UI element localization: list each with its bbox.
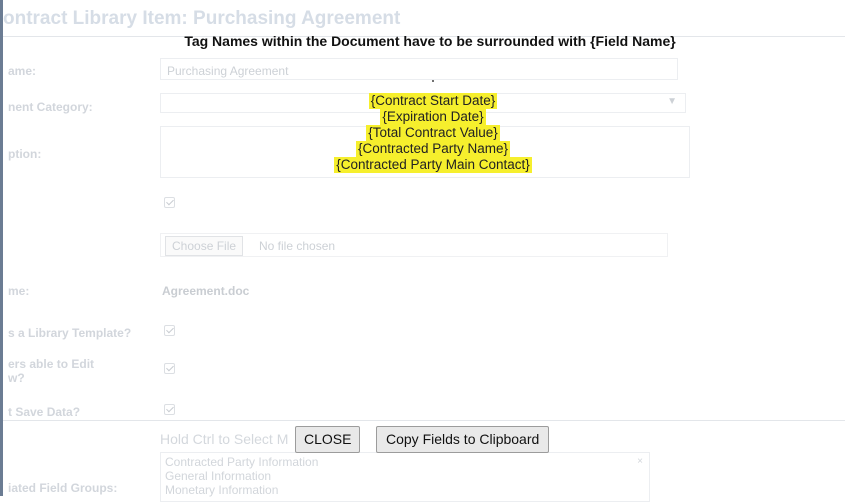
divider <box>3 420 845 421</box>
page-title: ontract Library Item: Purchasing Agreeme… <box>3 8 401 29</box>
tag-item: {Expiration Date} <box>380 109 486 125</box>
filename-label: me: <box>8 284 30 298</box>
users-edit-checkbox[interactable] <box>164 363 175 374</box>
dialog-header: Tag Names within the Document have to be… <box>184 33 676 49</box>
tag-item: {Total Contract Value} <box>366 125 500 141</box>
tag-item: {Contracted Party Main Contact} <box>334 157 532 173</box>
library-template-checkbox[interactable] <box>164 325 175 336</box>
field-groups-listbox[interactable]: Contracted Party Information General Inf… <box>160 452 650 502</box>
checkbox[interactable] <box>164 197 175 208</box>
library-template-label: s a Library Template? <box>8 326 132 340</box>
name-label: ame: <box>8 64 37 78</box>
field-groups-label: iated Field Groups: <box>8 481 118 495</box>
dot <box>432 80 434 82</box>
close-button[interactable]: CLOSE <box>295 426 361 453</box>
list-item[interactable]: Contracted Party Information <box>165 455 645 469</box>
close-icon: × <box>637 456 643 467</box>
list-item[interactable]: Monetary Information <box>165 483 645 497</box>
file-input[interactable]: Choose File No file chosen <box>160 233 668 257</box>
no-file-text: No file chosen <box>259 239 336 253</box>
name-input[interactable]: Purchasing Agreement <box>160 58 678 80</box>
list-item[interactable]: General Information <box>165 469 645 483</box>
chevron-down-icon: ▼ <box>667 96 677 107</box>
save-data-label: t Save Data? <box>8 405 81 419</box>
save-data-checkbox[interactable] <box>164 404 175 415</box>
hold-ctrl-hint: Hold Ctrl to Select M <box>160 431 288 447</box>
filename-value: Agreement.doc <box>162 284 250 298</box>
users-edit-label-line1: ers able to Edit <box>8 357 95 371</box>
hold-ctrl-text: Hold Ctrl to Select M <box>160 431 289 447</box>
users-edit-label-line2: w? <box>8 371 25 385</box>
tag-item: {Contracted Party Name} <box>355 141 511 157</box>
description-label: ption: <box>8 147 42 161</box>
name-input-value: Purchasing Agreement <box>167 64 289 78</box>
copy-fields-button[interactable]: Copy Fields to Clipboard <box>376 426 550 453</box>
tag-list: {Contract Start Date} {Expiration Date} … <box>253 93 613 173</box>
tag-item: {Contract Start Date} <box>368 93 498 109</box>
choose-file-button[interactable]: Choose File <box>165 236 244 256</box>
category-label: nent Category: <box>8 100 93 114</box>
